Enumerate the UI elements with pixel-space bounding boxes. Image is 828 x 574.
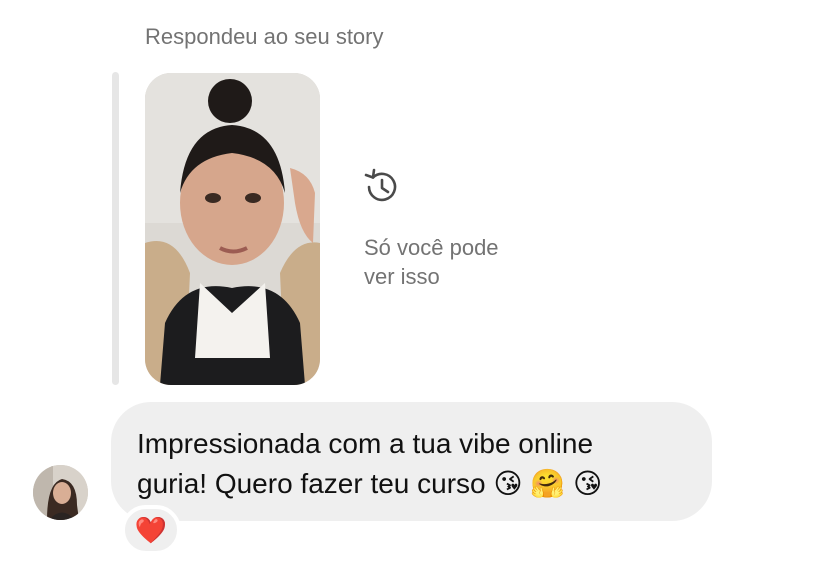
message-line-1: Impressionada com a tua vibe online — [137, 428, 594, 459]
story-photo — [145, 73, 320, 385]
story-expired-notice: Só você pode ver isso — [364, 233, 564, 291]
reply-thread-bar — [112, 72, 119, 385]
story-thumbnail[interactable] — [145, 73, 320, 385]
notice-line-2: ver isso — [364, 264, 440, 289]
notice-line-1: Só você pode — [364, 235, 499, 260]
heart-icon: ❤️ — [134, 514, 168, 545]
heart-reaction[interactable]: ❤️ — [121, 505, 181, 555]
message-bubble[interactable]: Impressionada com a tua vibe online guri… — [111, 402, 712, 521]
reply-context-label: Respondeu ao seu story — [145, 24, 384, 49]
message-line-2: guria! Quero fazer teu curso 😘 🤗 😘 — [137, 468, 603, 499]
history-icon — [364, 168, 397, 202]
avatar[interactable] — [33, 465, 88, 520]
avatar-photo — [33, 465, 88, 520]
